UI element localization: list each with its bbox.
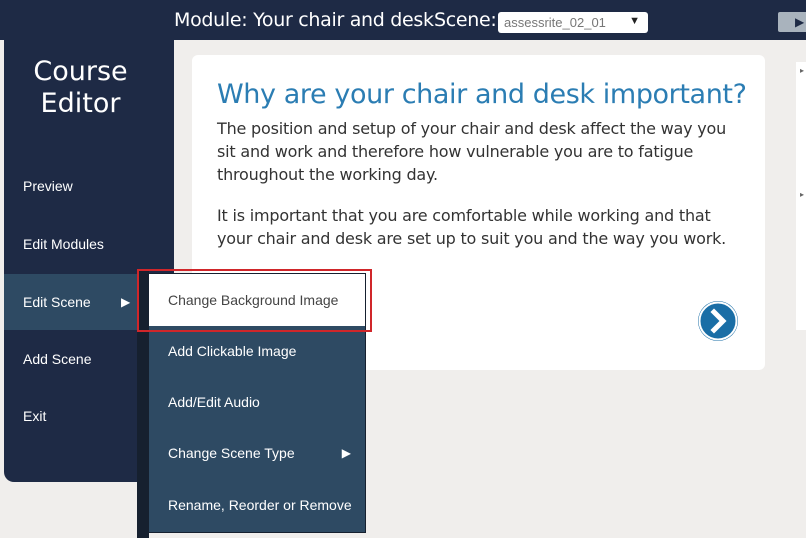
play-button[interactable]: ▶ [778, 12, 806, 32]
menu-item-label: Rename, Reorder or Remove [168, 497, 352, 513]
scene-label: Scene: [434, 9, 497, 31]
sidebar-item-label: Edit Modules [23, 236, 104, 252]
menu-item-rename-reorder-remove[interactable]: Rename, Reorder or Remove [149, 480, 365, 531]
sidebar-item-edit-modules[interactable]: Edit Modules [4, 216, 174, 272]
card-title: Why are your chair and desk important? [217, 79, 747, 110]
sidebar-item-label: Add Scene [23, 351, 92, 367]
triangle-right-icon: ▶ [341, 446, 351, 460]
sidebar-item-label: Preview [23, 178, 73, 194]
caret-icon: ▸ [800, 190, 805, 199]
sidebar-item-label: Edit Scene [23, 294, 91, 310]
highlight-frame [137, 269, 372, 332]
menu-item-label: Change Scene Type [168, 445, 295, 461]
app-brand: Course Editor [33, 56, 128, 119]
caret-icon: ▸ [800, 66, 805, 75]
scene-select-value: assessrite_02_01 [504, 15, 606, 30]
chevron-right-circle-icon [698, 301, 738, 341]
menu-item-label: Add/Edit Audio [168, 394, 260, 410]
sidebar-item-label: Exit [23, 408, 47, 424]
triangle-down-icon: ▼ [629, 15, 640, 27]
card-paragraph: It is important that you are comfortable… [217, 206, 727, 248]
menu-item-add-clickable-image[interactable]: Add Clickable Image [149, 326, 365, 377]
play-icon: ▶ [795, 15, 805, 29]
triangle-right-icon: ▶ [121, 295, 131, 309]
sidebar-item-preview[interactable]: Preview [4, 158, 174, 214]
scene-select[interactable]: assessrite_02_01 ▼ [498, 12, 648, 33]
menu-item-change-scene-type[interactable]: Change Scene Type ▶ [149, 428, 365, 479]
next-button[interactable] [698, 301, 738, 341]
side-panel-strip: ▸ ▸ [796, 62, 806, 330]
card-paragraph: The position and setup of your chair and… [217, 119, 727, 184]
menu-item-label: Add Clickable Image [168, 343, 297, 359]
menu-item-add-edit-audio[interactable]: Add/Edit Audio [149, 377, 365, 428]
module-title: Module: Your chair and desk [174, 9, 434, 31]
